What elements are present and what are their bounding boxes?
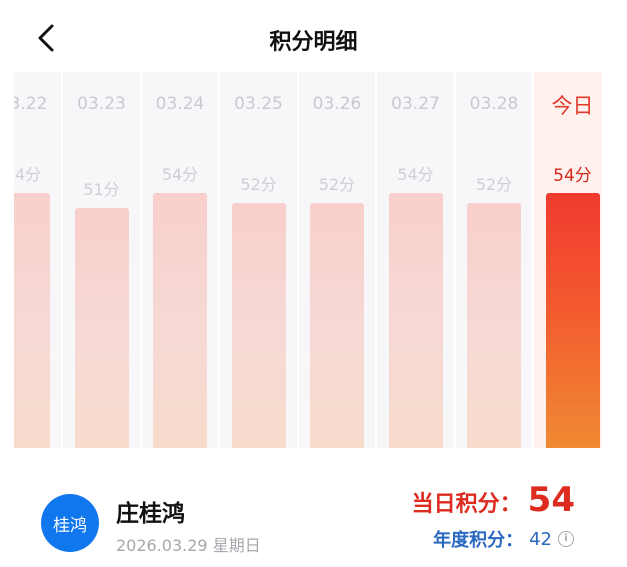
date-label-7: 今日 [551,94,594,118]
score-label-1: 51分 [83,180,120,199]
date-label-6: 03.28 [469,94,519,114]
avatar: 桂鸿 [41,494,99,552]
daily-score-value: 54 [527,480,575,520]
bar-6[interactable] [467,203,521,448]
score-label-7: 54分 [553,166,592,187]
date-label-1: 03.23 [77,94,126,114]
score-chart[interactable]: 03.22 54分 03.23 51分 03.24 54分 03.25 52分 03.26 52分… [14,72,602,448]
score-label-0: 54分 [14,165,42,185]
bar-4[interactable] [310,203,364,448]
column-divider [218,72,221,448]
annual-score-value: 42 [529,528,552,550]
date-label-0: 03.22 [14,94,48,114]
page-title: 积分明细 [269,30,358,55]
score-label-5: 54分 [397,165,434,185]
bar-1[interactable] [74,208,129,448]
bar-5[interactable] [388,193,443,448]
score-label-3: 52分 [240,175,277,195]
column-divider [296,72,299,448]
bar-7[interactable] [545,193,600,448]
date-label-2: 03.24 [155,94,205,114]
column-divider [453,72,456,448]
annual-score-label: 年度积分： [433,530,524,551]
column-divider [61,72,64,448]
score-label-2: 54分 [161,165,199,185]
column-divider [375,72,378,448]
bar-2[interactable] [153,193,207,448]
bar-3[interactable] [231,203,286,448]
date-label-3: 03.25 [234,94,283,114]
info-icon[interactable]: i [558,531,574,547]
bar-0[interactable] [14,193,50,448]
daily-score: 当日积分： 54 [412,480,575,520]
annual-score[interactable]: 年度积分： 42 i [433,526,574,552]
user-name: 庄桂鸿 [116,501,185,527]
daily-score-label: 当日积分： [411,492,522,517]
date-label-5: 03.27 [391,94,440,114]
score-label-4: 52分 [318,175,356,195]
date-label-4: 03.26 [312,94,362,114]
score-label-6: 52分 [475,175,513,195]
column-divider [532,72,535,448]
column-divider [139,72,142,448]
summary-footer: 桂鸿 庄桂鸿 2026.03.29 星期日 当日积分： 54 年度积分： 42 … [0,448,627,567]
nav-bar: 积分明细 [0,0,627,72]
current-date: 2026.03.29 星期日 [116,536,261,555]
